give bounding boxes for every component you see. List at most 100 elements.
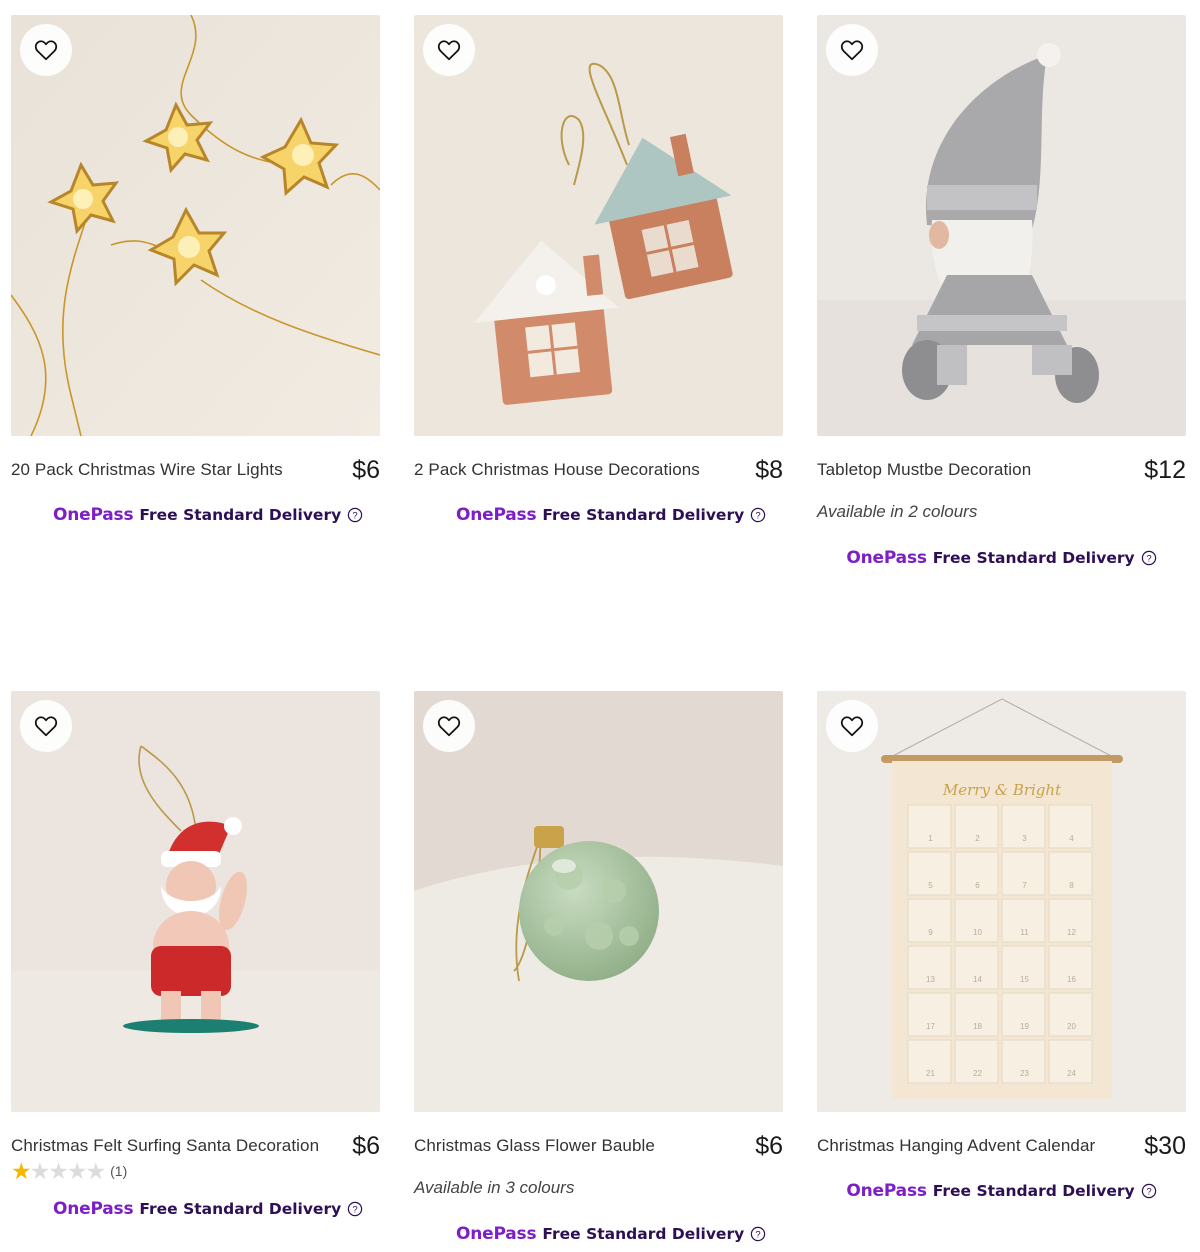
calendar-number: 16: [1067, 975, 1076, 984]
help-icon[interactable]: ?: [347, 1201, 363, 1217]
calendar-number: 22: [973, 1069, 982, 1078]
calendar-number: 18: [973, 1022, 982, 1031]
calendar-number: 5: [928, 881, 933, 890]
wishlist-button[interactable]: [20, 700, 72, 752]
help-icon[interactable]: ?: [347, 507, 363, 523]
svg-text:?: ?: [756, 511, 761, 522]
product-image[interactable]: [11, 691, 380, 1112]
delivery-text: Free Standard Delivery: [542, 1225, 745, 1243]
calendar-number: 7: [1022, 881, 1027, 890]
product-image[interactable]: [414, 15, 783, 436]
star-empty-icon: ★: [48, 1158, 69, 1184]
product-price: $8: [755, 456, 783, 484]
product-image[interactable]: Merry & Bright 1 2 3 4 5 6 7 8 9 10 11 12 13 14 15 16 17…: [817, 691, 1186, 1112]
star-empty-icon: ★: [29, 1158, 51, 1184]
product-price: $6: [352, 456, 380, 484]
delivery-text: Free Standard Delivery: [932, 549, 1135, 567]
product-title[interactable]: 20 Pack Christmas Wire Star Lights: [11, 456, 283, 482]
onepass-logo: OnePass: [846, 548, 927, 568]
help-icon[interactable]: ?: [750, 507, 766, 523]
onepass-logo: OnePass: [846, 1181, 927, 1201]
wishlist-button[interactable]: [423, 700, 475, 752]
product-title[interactable]: Christmas Hanging Advent Calendar: [817, 1132, 1095, 1158]
heart-outline-icon: [437, 40, 461, 61]
calendar-number: 9: [928, 928, 933, 937]
product-price: $30: [1144, 1132, 1186, 1160]
svg-text:?: ?: [756, 1230, 761, 1241]
product-card[interactable]: Christmas Glass Flower Bauble $6 Availab…: [414, 691, 783, 1245]
onepass-logo: OnePass: [53, 505, 134, 525]
calendar-number: 20: [1067, 1022, 1076, 1031]
calendar-number: 6: [975, 881, 980, 890]
calendar-number: 21: [926, 1069, 935, 1078]
calendar-number: 8: [1069, 881, 1074, 890]
product-price: $12: [1144, 456, 1186, 484]
calendar-number: 13: [926, 975, 935, 984]
onepass-delivery: OnePass Free Standard Delivery ?: [11, 1198, 380, 1220]
product-card[interactable]: Merry & Bright 1 2 3 4 5 6 7 8 9 10 11 12 13 14 15 16 17…: [817, 691, 1186, 1202]
calendar-number: 2: [975, 834, 980, 843]
star-empty-icon: ★: [66, 1158, 88, 1184]
calendar-number: 14: [973, 975, 982, 984]
calendar-number: 1: [928, 834, 933, 843]
star-empty-icon: ★: [85, 1158, 107, 1184]
calendar-heading: Merry & Bright: [942, 781, 1062, 799]
onepass-logo: OnePass: [456, 505, 537, 525]
wishlist-button[interactable]: [423, 24, 475, 76]
heart-outline-icon: [34, 40, 58, 61]
calendar-number: 15: [1020, 975, 1029, 984]
product-title[interactable]: Christmas Felt Surfing Santa Decoration: [11, 1132, 319, 1158]
product-card[interactable]: Tabletop Mustbe Decoration $12 Available…: [817, 15, 1186, 569]
calendar-number: 19: [1020, 1022, 1029, 1031]
product-card[interactable]: 20 Pack Christmas Wire Star Lights $6 On…: [11, 15, 380, 526]
colour-availability[interactable]: Available in 3 colours: [414, 1178, 783, 1200]
review-count[interactable]: (1): [110, 1163, 127, 1179]
wishlist-button[interactable]: [20, 24, 72, 76]
product-price: $6: [352, 1132, 380, 1160]
onepass-delivery: OnePass Free Standard Delivery ?: [817, 1180, 1186, 1202]
wishlist-button[interactable]: [826, 700, 878, 752]
product-image[interactable]: [414, 691, 783, 1112]
help-icon[interactable]: ?: [1141, 1183, 1157, 1199]
heart-outline-icon: [437, 716, 461, 737]
product-title[interactable]: Tabletop Mustbe Decoration: [817, 456, 1031, 482]
onepass-logo: OnePass: [53, 1199, 134, 1219]
product-title[interactable]: 2 Pack Christmas House Decorations: [414, 456, 700, 482]
svg-text:?: ?: [1146, 1187, 1151, 1198]
product-card[interactable]: 2 Pack Christmas House Decorations $8 On…: [414, 15, 783, 526]
colour-availability[interactable]: Available in 2 colours: [817, 502, 1186, 524]
heart-outline-icon: [34, 716, 58, 737]
onepass-delivery: OnePass Free Standard Delivery ?: [11, 504, 380, 526]
calendar-number: 24: [1067, 1069, 1076, 1078]
calendar-number: 23: [1020, 1069, 1029, 1078]
product-title[interactable]: Christmas Glass Flower Bauble: [414, 1132, 655, 1158]
delivery-text: Free Standard Delivery: [139, 1200, 342, 1218]
product-image-advent-calendar: Merry & Bright 1 2 3 45 6 7 89 10 11 1213 14 15 1617…: [817, 691, 1186, 1112]
onepass-logo: OnePass: [456, 1224, 537, 1244]
onepass-delivery: OnePass Free Standard Delivery ?: [414, 504, 783, 526]
svg-text:?: ?: [353, 1205, 358, 1216]
star-filled-icon: ★: [11, 1158, 32, 1184]
star-rating[interactable]: ★ ★ ★ ★ ★ (1): [11, 1158, 380, 1184]
calendar-number: 10: [973, 928, 982, 937]
product-image[interactable]: [817, 15, 1186, 436]
product-image-star-lights: [11, 15, 380, 436]
calendar-number: 12: [1067, 928, 1076, 937]
help-icon[interactable]: ?: [1141, 550, 1157, 566]
wishlist-button[interactable]: [826, 24, 878, 76]
calendar-number: 4: [1069, 834, 1074, 843]
svg-text:?: ?: [1146, 554, 1151, 565]
heart-outline-icon: [840, 716, 864, 737]
product-price: $6: [755, 1132, 783, 1160]
product-card[interactable]: Christmas Felt Surfing Santa Decoration …: [11, 691, 380, 1220]
delivery-text: Free Standard Delivery: [139, 506, 342, 524]
product-image-glass-bauble: [414, 691, 783, 1112]
onepass-delivery: OnePass Free Standard Delivery ?: [414, 1223, 783, 1245]
calendar-number: 3: [1022, 834, 1027, 843]
product-image-gnome: [817, 15, 1186, 436]
delivery-text: Free Standard Delivery: [542, 506, 745, 524]
help-icon[interactable]: ?: [750, 1226, 766, 1242]
product-image[interactable]: [11, 15, 380, 436]
calendar-number: 11: [1020, 928, 1029, 937]
svg-text:?: ?: [353, 511, 358, 522]
